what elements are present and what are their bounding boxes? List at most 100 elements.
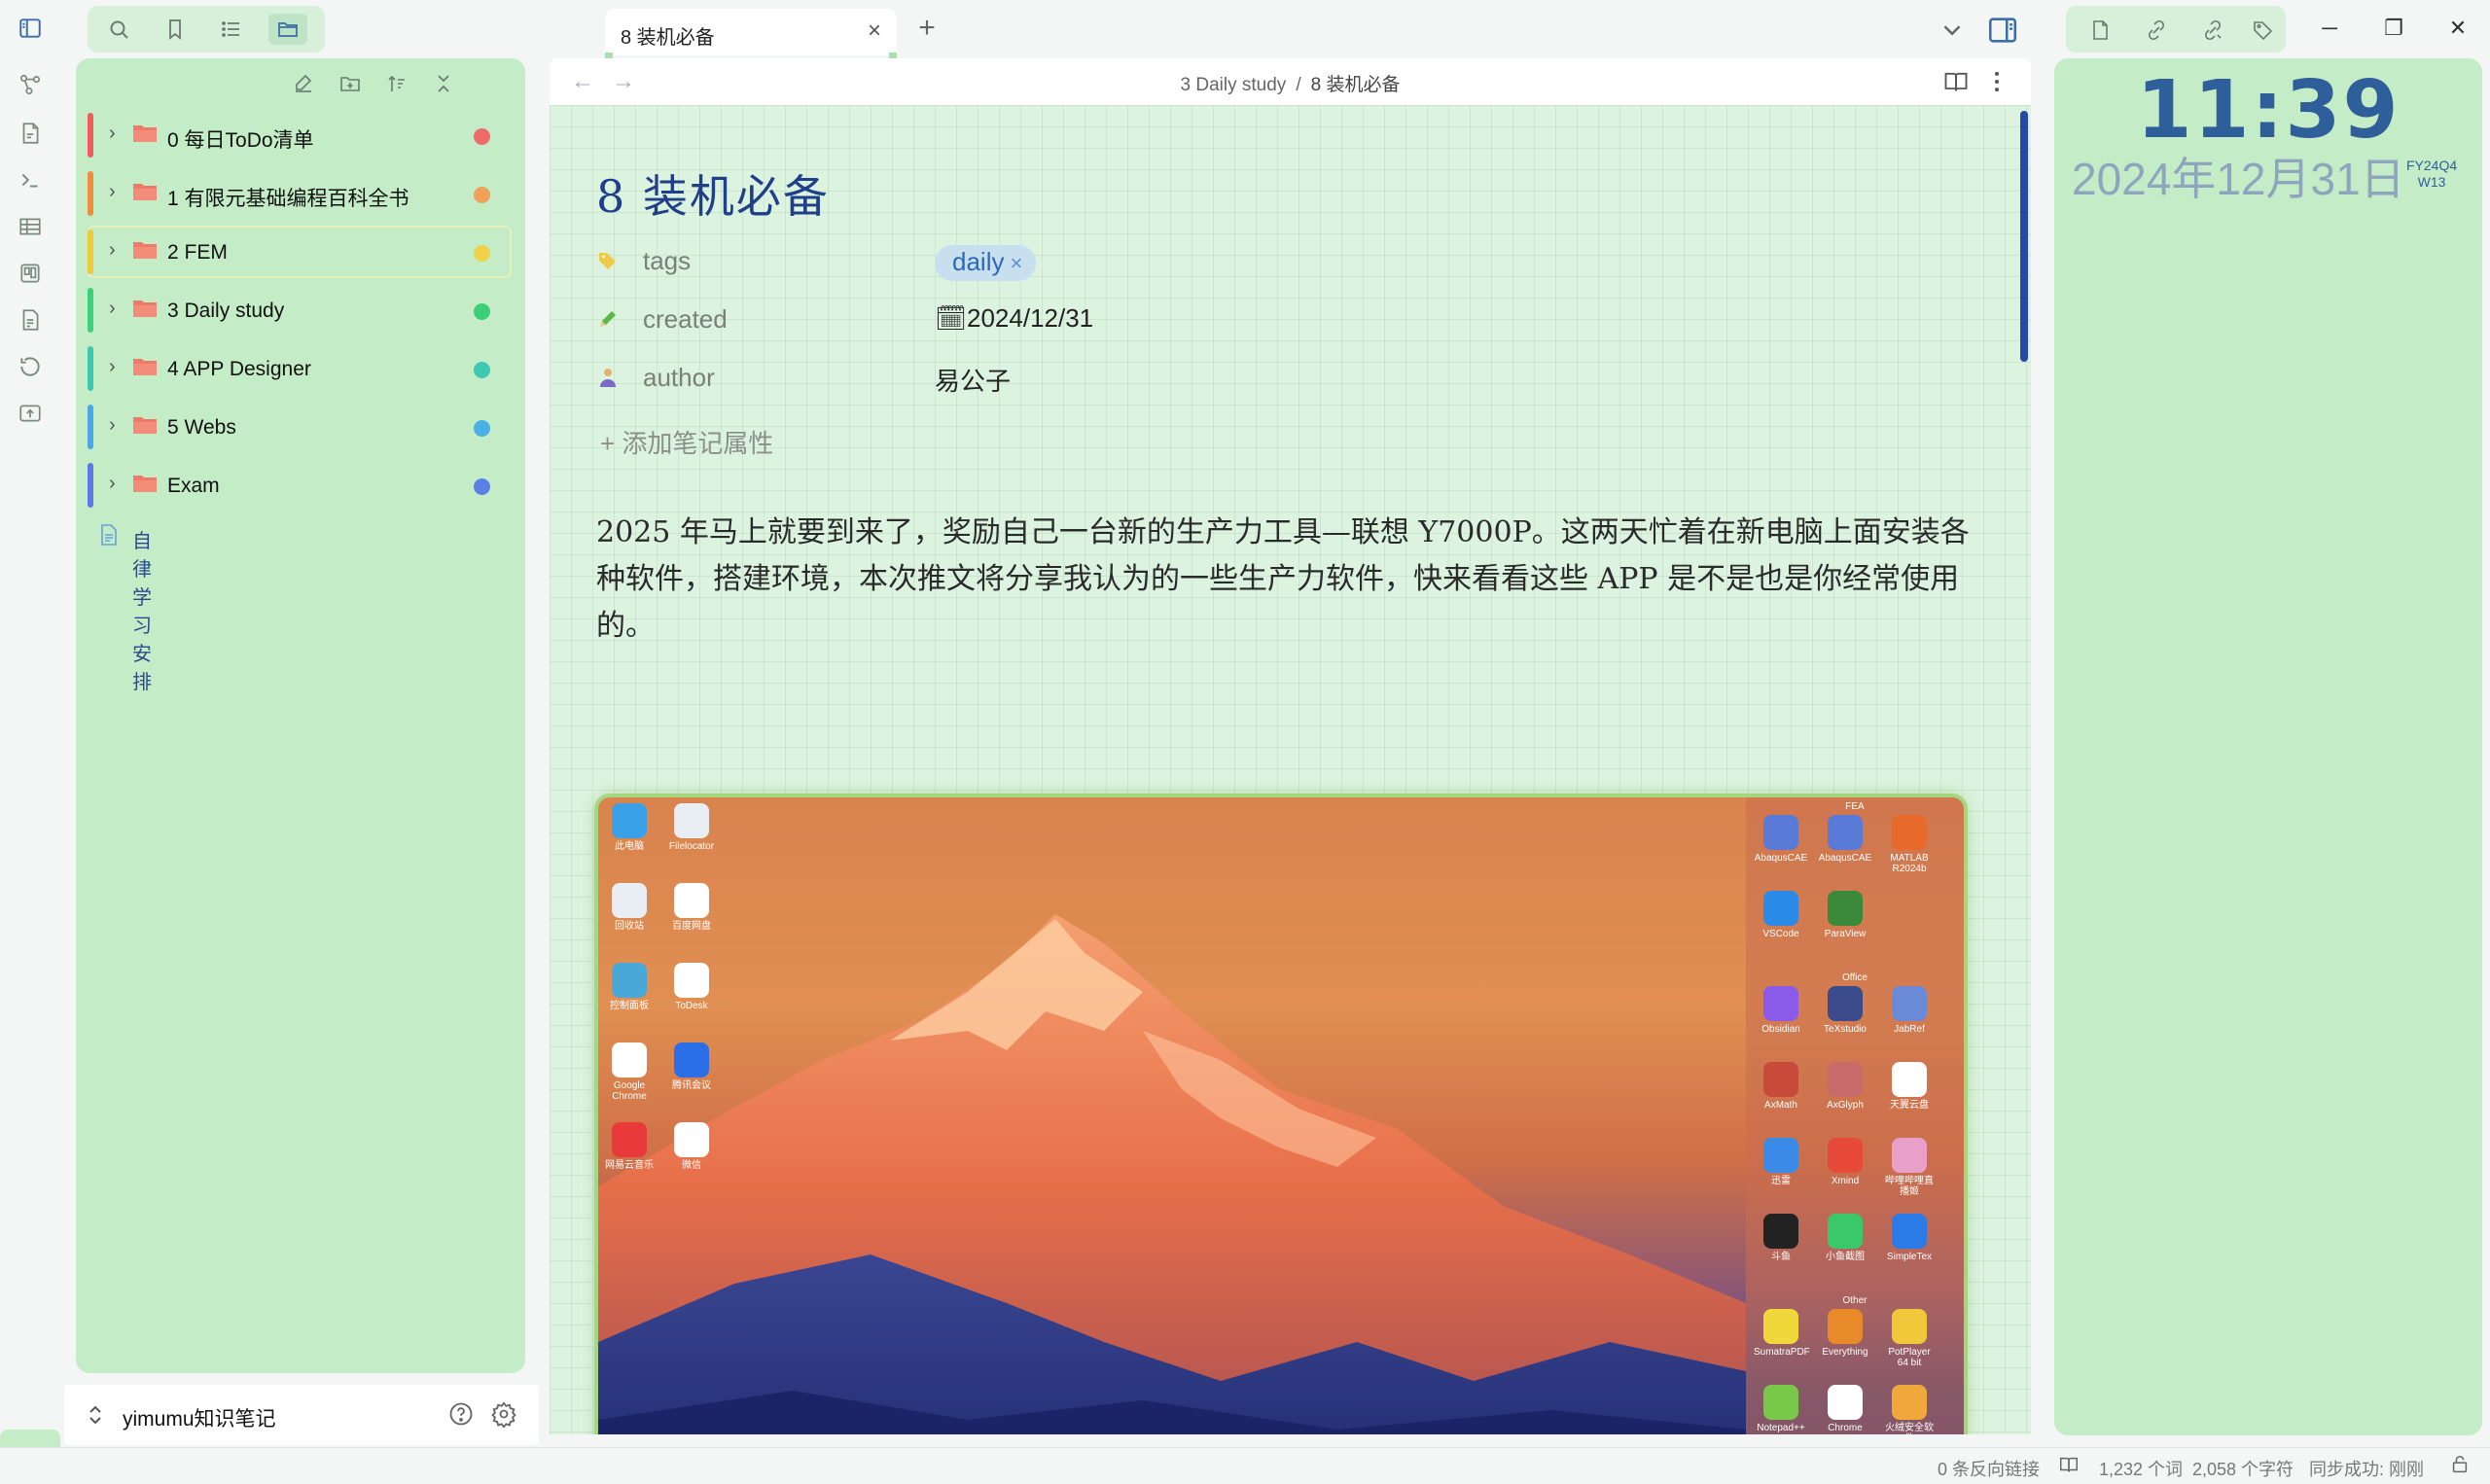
minimize-button[interactable]: ─ bbox=[2315, 14, 2344, 43]
dock-app[interactable]: JabRef bbox=[1882, 986, 1937, 1035]
table-icon[interactable] bbox=[16, 212, 45, 241]
desktop-icon[interactable]: ToDesk bbox=[664, 963, 719, 1011]
sidebar-toggle-icon[interactable] bbox=[16, 14, 45, 43]
chevron-right-icon[interactable]: › bbox=[109, 298, 116, 320]
desktop-icon[interactable]: 回收站 bbox=[602, 883, 657, 932]
right-sidebar-toggle-icon[interactable] bbox=[1986, 14, 2019, 47]
breadcrumb-parent[interactable]: 3 Daily study bbox=[1181, 75, 1287, 95]
chevron-right-icon[interactable]: › bbox=[109, 239, 116, 262]
dock-app[interactable]: Xmind bbox=[1818, 1138, 1872, 1186]
backlinks-count[interactable]: 0 条反向链接 bbox=[1938, 1456, 2040, 1481]
templates-icon[interactable] bbox=[16, 119, 45, 148]
dock-app[interactable]: 迅雷 bbox=[1754, 1138, 1808, 1186]
dock-app[interactable]: 哔哩哔哩直播姬 bbox=[1882, 1138, 1937, 1197]
dock-app[interactable]: SumatraPDF bbox=[1754, 1309, 1810, 1358]
desktop-icon[interactable]: 微信 bbox=[664, 1122, 719, 1171]
chevron-right-icon[interactable]: › bbox=[109, 356, 116, 378]
reading-mode-status-icon[interactable] bbox=[2058, 1454, 2080, 1480]
folder-item[interactable]: › Exam bbox=[88, 459, 512, 512]
new-note-icon[interactable] bbox=[288, 68, 319, 99]
close-icon[interactable]: × bbox=[864, 19, 885, 43]
dock-app[interactable]: 天翼云盘 bbox=[1882, 1062, 1937, 1111]
new-folder-icon[interactable] bbox=[335, 68, 366, 99]
desktop-icon[interactable]: 控制面板 bbox=[602, 963, 657, 1011]
dock-app[interactable]: AbaqusCAE bbox=[1754, 815, 1808, 864]
gear-icon[interactable] bbox=[490, 1400, 517, 1428]
dock-app[interactable]: Notepad++ bbox=[1754, 1385, 1808, 1433]
history-icon[interactable] bbox=[16, 352, 45, 381]
restore-button[interactable]: ❐ bbox=[2379, 14, 2408, 43]
collapse-all-icon[interactable] bbox=[428, 68, 459, 99]
tag-chip[interactable]: daily × bbox=[935, 245, 1037, 281]
chevron-right-icon[interactable]: › bbox=[109, 181, 116, 203]
upload-icon[interactable] bbox=[16, 399, 45, 428]
app-icon bbox=[1892, 1309, 1927, 1344]
dock-app[interactable]: AbaqusCAE bbox=[1818, 815, 1872, 864]
files-tab[interactable] bbox=[268, 14, 307, 45]
chevron-right-icon[interactable]: › bbox=[109, 473, 116, 495]
bookmarks-tab[interactable] bbox=[156, 14, 195, 45]
more-options-icon[interactable] bbox=[1983, 68, 2010, 95]
kanban-icon[interactable] bbox=[16, 259, 45, 288]
sync-status[interactable]: 同步成功: 刚刚 bbox=[2309, 1456, 2424, 1481]
vault-switcher[interactable]: yimumu知识笔记 bbox=[64, 1385, 539, 1445]
dock-app[interactable]: ParaView bbox=[1818, 891, 1872, 939]
desktop-icon[interactable]: 此电脑 bbox=[602, 803, 657, 852]
dock-app[interactable]: TeXstudio bbox=[1818, 986, 1872, 1035]
folder-item[interactable]: › 2 FEM bbox=[88, 226, 512, 278]
command-palette-icon[interactable] bbox=[16, 165, 45, 194]
tags-icon[interactable] bbox=[2249, 16, 2278, 45]
folder-item[interactable]: › 0 每日ToDo清单 bbox=[88, 109, 512, 161]
search-tab[interactable] bbox=[99, 14, 138, 45]
outgoing-links-icon[interactable] bbox=[2198, 16, 2227, 45]
pdf-icon[interactable] bbox=[16, 305, 45, 335]
folder-item[interactable]: › 5 Webs bbox=[88, 401, 512, 453]
chevron-right-icon[interactable]: › bbox=[109, 123, 116, 145]
note-paragraph[interactable]: 2025 年马上就要到来了，奖励自己一台新的生产力工具—联想 Y7000P。这两… bbox=[596, 510, 1977, 650]
dock-app[interactable]: Obsidian bbox=[1754, 986, 1808, 1035]
desktop-icon[interactable]: 百度网盘 bbox=[664, 883, 719, 932]
help-icon[interactable] bbox=[447, 1400, 475, 1428]
new-tab-button[interactable]: + bbox=[912, 14, 942, 43]
close-window-button[interactable]: ✕ bbox=[2443, 14, 2472, 43]
chevron-down-icon[interactable] bbox=[1938, 16, 1967, 45]
dock-app[interactable]: PotPlayer 64 bit bbox=[1882, 1309, 1937, 1368]
folder-accent bbox=[88, 113, 93, 158]
breadcrumb-current[interactable]: 8 装机必备 bbox=[1311, 75, 1401, 95]
dock-app[interactable]: AxGlyph bbox=[1818, 1062, 1872, 1111]
folder-item[interactable]: › 4 APP Designer bbox=[88, 342, 512, 395]
property-value[interactable]: 🗓2024/12/31 bbox=[935, 303, 1093, 334]
note-title[interactable]: 8 装机必备 bbox=[596, 161, 830, 226]
dock-app[interactable]: SimpleTex bbox=[1882, 1214, 1937, 1262]
dock-app[interactable]: AxMath bbox=[1754, 1062, 1808, 1111]
desktop-icon[interactable]: 腾讯会议 bbox=[664, 1042, 719, 1091]
reading-mode-icon[interactable] bbox=[1942, 68, 1970, 95]
file-icon[interactable] bbox=[2085, 16, 2115, 45]
dock-app[interactable]: 斗鱼 bbox=[1754, 1214, 1808, 1262]
outline-tab[interactable] bbox=[212, 14, 251, 45]
desktop-icon[interactable]: Filelocator bbox=[664, 803, 719, 852]
app-icon bbox=[674, 963, 709, 998]
desktop-icon[interactable]: 网易云音乐 bbox=[602, 1122, 657, 1171]
folder-item[interactable]: › 3 Daily study bbox=[88, 284, 512, 336]
add-property-button[interactable]: + 添加笔记属性 bbox=[600, 424, 773, 460]
graph-view-icon[interactable] bbox=[16, 70, 45, 99]
dock-app[interactable]: MATLAB R2024b bbox=[1882, 815, 1937, 874]
dock-app[interactable]: 火绒安全软件 bbox=[1882, 1385, 1937, 1434]
scrollbar-thumb[interactable] bbox=[2020, 111, 2028, 362]
dock-app[interactable]: Everything bbox=[1818, 1309, 1872, 1358]
chevron-right-icon[interactable]: › bbox=[109, 414, 116, 437]
sync-icon[interactable] bbox=[2449, 1454, 2471, 1480]
app-icon bbox=[1828, 1214, 1863, 1249]
tab-active[interactable]: 8 装机必备 × bbox=[605, 9, 897, 55]
dock-app[interactable]: Chrome bbox=[1818, 1385, 1872, 1433]
property-value[interactable]: 易公子 bbox=[935, 362, 1011, 398]
remove-tag-icon[interactable]: × bbox=[1010, 251, 1022, 275]
dock-app[interactable]: 小鱼截图 bbox=[1818, 1214, 1872, 1262]
backlinks-icon[interactable] bbox=[2142, 16, 2171, 45]
desktop-icon[interactable]: Google Chrome bbox=[602, 1042, 657, 1102]
folder-item[interactable]: › 1 有限元基础编程百科全书 bbox=[88, 167, 512, 220]
sort-icon[interactable] bbox=[381, 68, 412, 99]
app-icon bbox=[1828, 1385, 1863, 1420]
dock-app[interactable]: VSCode bbox=[1754, 891, 1808, 939]
